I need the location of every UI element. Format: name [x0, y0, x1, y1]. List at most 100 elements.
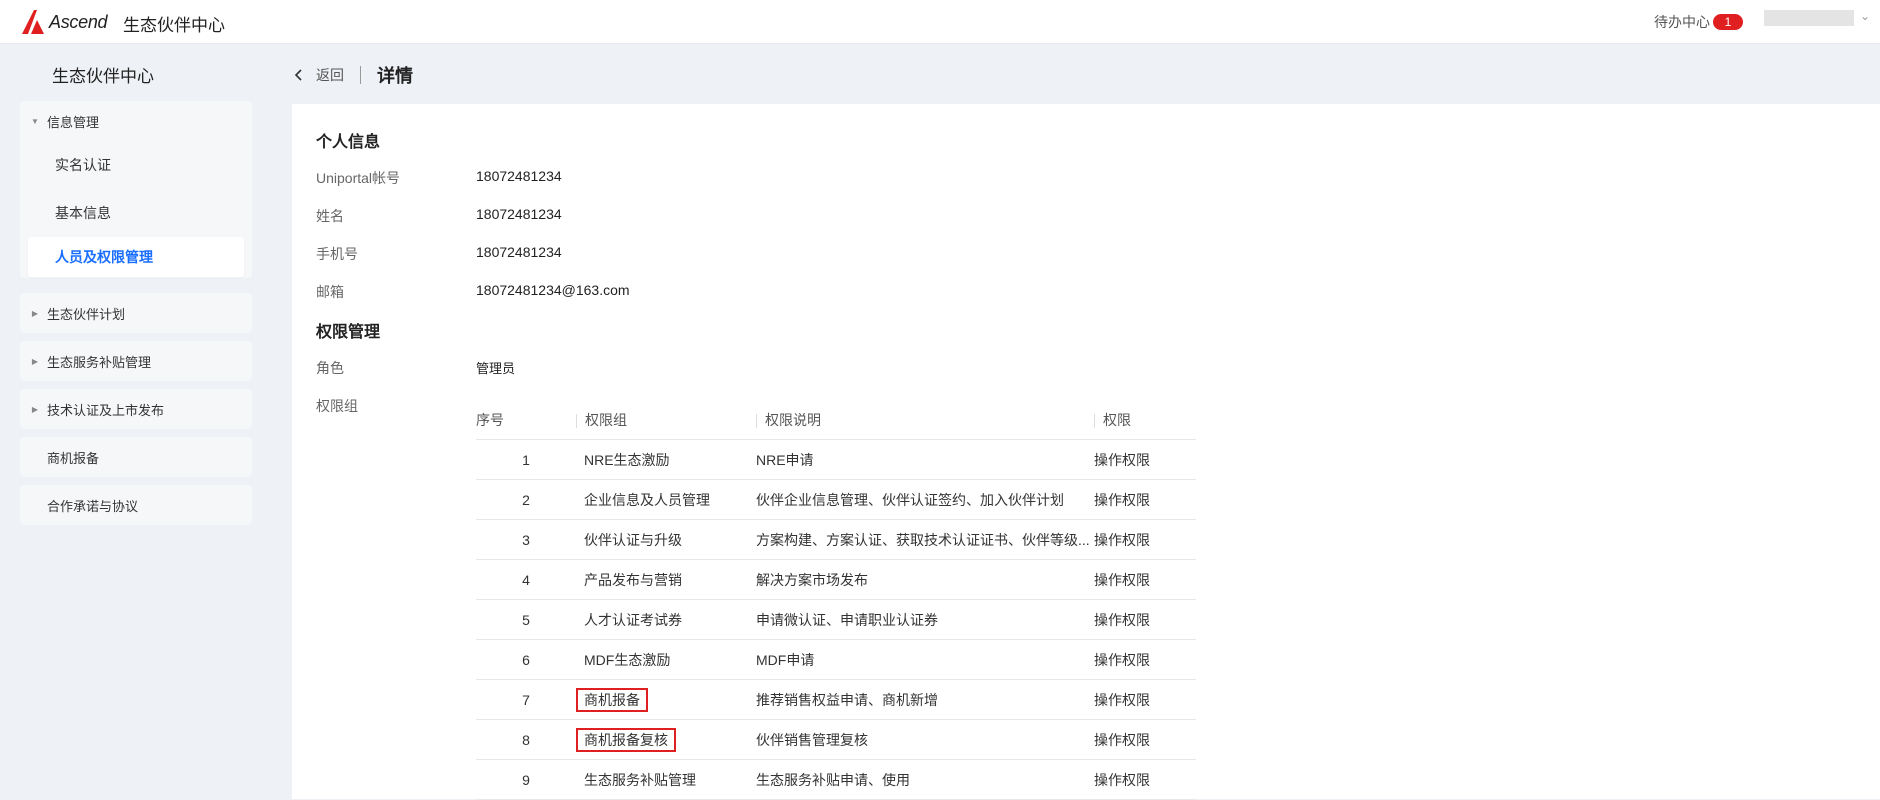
breadcrumb: 返回 详情: [294, 62, 413, 88]
cell-permission-description: 方案构建、方案认证、获取技术认证证书、伙伴等级...: [756, 519, 1094, 560]
sidebar-item-label: 合作承诺与协议: [47, 498, 139, 514]
sidebar-item-personnel-permissions[interactable]: 人员及权限管理: [28, 237, 244, 277]
table-row: 2 企业信息及人员管理 伙伴企业信息管理、伙伴认证签约、加入伙伴计划 操作权限: [476, 479, 1196, 520]
field-label-role: 角色: [316, 360, 344, 376]
breadcrumb-divider: [360, 66, 361, 84]
caret-right-icon: ▶: [31, 356, 39, 366]
sidebar-item-cooperation-agreement[interactable]: 合作承诺与协议: [20, 485, 252, 525]
field-value-role: 管理员: [476, 361, 516, 376]
user-name-redacted[interactable]: [1764, 10, 1854, 26]
cell-permission: 操作权限: [1094, 599, 1196, 640]
page-title: 详情: [377, 66, 413, 86]
field-value-phone: 18072481234: [476, 244, 562, 260]
group-label: 产品发布与营销: [584, 571, 682, 588]
caret-down-icon: ▼: [31, 116, 39, 126]
sidebar-group-partner-plan[interactable]: ▶ 生态伙伴计划: [20, 293, 252, 333]
cell-permission-group: MDF生态激励: [576, 639, 756, 680]
sidebar-group-service-subsidy[interactable]: ▶ 生态服务补贴管理: [20, 341, 252, 381]
sidebar-item-real-name-auth[interactable]: 实名认证: [20, 141, 252, 189]
group-label: 人才认证考试券: [584, 611, 682, 628]
sidebar-item-opportunity-report[interactable]: 商机报备: [20, 437, 252, 477]
chevron-down-icon[interactable]: ⌄: [1860, 9, 1870, 23]
field-label-email: 邮箱: [316, 284, 344, 300]
cell-permission-description: 解决方案市场发布: [756, 559, 1094, 600]
cell-permission-group: 人才认证考试券: [576, 599, 756, 640]
todo-label: 待办中心: [1654, 14, 1710, 30]
table-row: 7 商机报备 推荐销售权益申请、商机新增 操作权限: [476, 679, 1196, 720]
group-label: 企业信息及人员管理: [584, 491, 710, 508]
cell-permission: 操作权限: [1094, 719, 1196, 760]
permission-group-table: 序号 权限组 权限说明 权限 1 NRE生态激励 NRE申请 操作权限 2 企业信息及人员…: [476, 400, 1196, 800]
todo-center-link[interactable]: 待办中心 1: [1654, 12, 1743, 32]
cell-permission-group: 产品发布与营销: [576, 559, 756, 600]
group-label: 生态服务补贴管理: [584, 771, 696, 788]
field-label-name: 姓名: [316, 208, 344, 224]
cell-permission-group: 商机报备复核: [576, 719, 756, 760]
field-label-uniportal: Uniportal帐号: [316, 170, 401, 186]
cell-permission: 操作权限: [1094, 759, 1196, 800]
table-row: 4 产品发布与营销 解决方案市场发布 操作权限: [476, 559, 1196, 600]
cell-permission-group: NRE生态激励: [576, 439, 756, 480]
field-label-permission-group: 权限组: [316, 398, 358, 414]
ascend-logo[interactable]: Ascend: [20, 8, 108, 36]
sidebar-group-label: 技术认证及上市发布: [47, 402, 165, 418]
cell-index: 1: [476, 439, 576, 480]
cell-index: 3: [476, 519, 576, 560]
chevron-left-icon[interactable]: [294, 68, 304, 82]
cell-permission-description: NRE申请: [756, 439, 1094, 480]
field-value-email: 18072481234@163.com: [476, 282, 630, 298]
column-header-description: 权限说明: [756, 400, 1094, 440]
cell-permission: 操作权限: [1094, 439, 1196, 480]
table-header-row: 序号 权限组 权限说明 权限: [476, 400, 1196, 440]
todo-count-badge: 1: [1713, 14, 1743, 30]
highlighted-group-label: 商机报备复核: [576, 727, 676, 752]
app-title: 生态伙伴中心: [123, 16, 225, 35]
sidebar-group-label: 生态服务补贴管理: [47, 354, 152, 370]
sidebar-group-info-management: ▼ 信息管理 实名认证 基本信息 人员及权限管理: [20, 101, 252, 278]
cell-index: 2: [476, 479, 576, 520]
cell-permission-group: 商机报备: [576, 679, 756, 720]
sidebar-item-basic-info[interactable]: 基本信息: [20, 189, 252, 237]
cell-permission-group: 伙伴认证与升级: [576, 519, 756, 560]
cell-permission: 操作权限: [1094, 519, 1196, 560]
cell-permission-description: MDF申请: [756, 639, 1094, 680]
cell-index: 6: [476, 639, 576, 680]
table-row: 3 伙伴认证与升级 方案构建、方案认证、获取技术认证证书、伙伴等级... 操作权限: [476, 519, 1196, 560]
cell-permission-group: 企业信息及人员管理: [576, 479, 756, 520]
column-header-permission: 权限: [1094, 400, 1196, 440]
highlighted-group-label: 商机报备: [576, 687, 648, 712]
sidebar-item-label: 商机报备: [47, 450, 100, 466]
cell-index: 5: [476, 599, 576, 640]
detail-panel: 个人信息 Uniportal帐号 18072481234 姓名 18072481…: [292, 104, 1880, 800]
personal-info-title: 个人信息: [316, 134, 381, 151]
sidebar-title: 生态伙伴中心: [52, 67, 154, 86]
sidebar-group-header[interactable]: ▼ 信息管理: [20, 101, 252, 141]
field-value-name: 18072481234: [476, 206, 562, 222]
caret-right-icon: ▶: [31, 308, 39, 318]
cell-permission-group: 生态服务补贴管理: [576, 759, 756, 800]
cell-permission-description: 推荐销售权益申请、商机新增: [756, 679, 1094, 720]
table-row: 1 NRE生态激励 NRE申请 操作权限: [476, 439, 1196, 480]
group-label: MDF生态激励: [584, 651, 671, 668]
caret-right-icon: ▶: [31, 404, 39, 414]
cell-permission-description: 伙伴企业信息管理、伙伴认证签约、加入伙伴计划: [756, 479, 1094, 520]
logo-text: Ascend: [49, 11, 108, 32]
cell-permission: 操作权限: [1094, 679, 1196, 720]
group-label: 伙伴认证与升级: [584, 531, 682, 548]
table-row: 9 生态服务补贴管理 生态服务补贴申请、使用 操作权限: [476, 759, 1196, 800]
table-row: 6 MDF生态激励 MDF申请 操作权限: [476, 639, 1196, 680]
permission-management-title: 权限管理: [316, 324, 381, 341]
cell-permission-description: 伙伴销售管理复核: [756, 719, 1094, 760]
cell-permission-description: 生态服务补贴申请、使用: [756, 759, 1094, 800]
field-value-uniportal: 18072481234: [476, 168, 562, 184]
cell-index: 7: [476, 679, 576, 720]
ascend-logo-icon: [22, 10, 44, 34]
cell-index: 4: [476, 559, 576, 600]
cell-permission: 操作权限: [1094, 479, 1196, 520]
cell-permission: 操作权限: [1094, 639, 1196, 680]
sidebar-group-tech-cert-release[interactable]: ▶ 技术认证及上市发布: [20, 389, 252, 429]
sidebar-group-label: 生态伙伴计划: [47, 306, 126, 322]
back-link[interactable]: 返回: [316, 65, 344, 85]
sidebar-group-label: 信息管理: [47, 114, 100, 130]
top-bar: Ascend 生态伙伴中心 待办中心 1 ⌄: [0, 0, 1880, 44]
